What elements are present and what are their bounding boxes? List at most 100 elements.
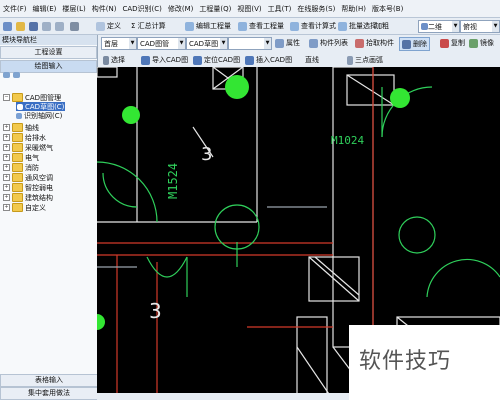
door-arc — [146, 256, 188, 278]
locate-cad-button[interactable]: 定位CAD图 — [193, 54, 240, 66]
redo-icon[interactable] — [55, 20, 64, 32]
menu-version[interactable]: 版本号(B) — [369, 4, 406, 14]
bold-button[interactable]: 加粗 — [375, 20, 389, 32]
wall-block-left — [97, 67, 118, 78]
grid-icon — [16, 112, 22, 119]
plus-icon[interactable]: + — [3, 134, 10, 141]
insert-cad-label: 插入CAD图 — [256, 56, 293, 64]
dimension-label: 3 — [149, 299, 162, 323]
wall-hatch — [346, 74, 395, 106]
view-quantity-button[interactable]: 查看工程量 — [238, 20, 284, 32]
plus-icon[interactable]: + — [3, 204, 10, 211]
calculate-button[interactable]: Σ 汇总计算 — [131, 20, 166, 32]
chevron-down-icon: ▼ — [129, 38, 136, 49]
main-toolbar: 定义 Σ 汇总计算 编辑工程量 查看工程量 查看计算式 批量选择 加粗 二维 ▼ … — [0, 18, 500, 35]
menu-online[interactable]: 在线服务(S) — [294, 4, 338, 14]
component-list-button[interactable]: 构件列表 — [309, 37, 348, 49]
print-icon[interactable] — [70, 20, 79, 32]
tree-node-heating[interactable]: + 采暖燃气 — [3, 143, 53, 152]
module-navigation-panel: 模块导航栏 工程设置 绘图输入 − CAD图管理 CAD草图(C) 识别轴网(C)… — [0, 35, 98, 400]
table-input-button[interactable]: 表格输入 — [0, 374, 98, 387]
tree-node-hvac[interactable]: + 通风空调 — [3, 173, 53, 182]
insert-cad-button[interactable]: 插入CAD图 — [245, 54, 292, 66]
tree-node-grid-recognize[interactable]: 识别轴网(C) — [16, 111, 62, 120]
import-cad-button[interactable]: 导入CAD图 — [141, 54, 188, 66]
locate-cad-label: 定位CAD图 — [204, 56, 241, 64]
plus-icon[interactable]: + — [3, 174, 10, 181]
line-button[interactable]: 直线 — [305, 54, 319, 66]
pick-component-label: 拾取构件 — [366, 39, 394, 47]
open-icon[interactable] — [16, 20, 25, 32]
menu-file[interactable]: 文件(F) — [0, 4, 30, 14]
green-marker[interactable] — [225, 75, 249, 99]
mirror-button[interactable]: 镜像 — [469, 37, 494, 49]
folder-icon — [12, 163, 23, 172]
menu-bar: 文件(F) 编辑(E) 楼层(L) 构件(N) CAD识别(C) 修改(M) 工… — [0, 0, 500, 18]
new-icon[interactable] — [3, 20, 12, 32]
tree-node-electrical[interactable]: + 电气 — [3, 153, 39, 162]
tree-node-weak-current[interactable]: + 智控弱电 — [3, 183, 53, 192]
pencil-icon — [402, 39, 411, 49]
component-select[interactable]: ▼ — [228, 37, 272, 50]
door-arc — [97, 161, 158, 223]
menu-help[interactable]: 帮助(H) — [338, 4, 369, 14]
menu-cad-recognize[interactable]: CAD识别(C) — [119, 4, 164, 14]
tree-node-custom[interactable]: + 自定义 — [3, 203, 46, 212]
view-mode-select[interactable]: 二维 ▼ — [418, 20, 460, 33]
edit-quantity-button[interactable]: 编辑工程量 — [185, 20, 231, 32]
view-formula-button[interactable]: 查看计算式 — [290, 20, 336, 32]
draw-toolbar: 选择 导入CAD图 定位CAD图 插入CAD图 直线 三点画弧 — [97, 52, 500, 68]
plus-icon[interactable]: + — [3, 154, 10, 161]
minus-icon[interactable]: − — [3, 94, 10, 101]
pick-component-button[interactable]: 拾取构件 — [355, 37, 394, 49]
delete-label: 删除 — [413, 40, 427, 48]
component-list-label: 构件列表 — [320, 39, 348, 47]
tree-node-structure[interactable]: + 建筑结构 — [3, 193, 53, 202]
collapse-icon[interactable] — [13, 72, 20, 78]
menu-edit[interactable]: 编辑(E) — [30, 4, 60, 14]
view-quantity-label: 查看工程量 — [249, 22, 284, 30]
wall-hatch — [314, 256, 360, 296]
delete-button[interactable]: 删除 — [399, 37, 430, 51]
menu-floor[interactable]: 楼层(L) — [59, 4, 88, 14]
save-icon[interactable] — [29, 20, 38, 32]
mirror-label: 镜像 — [480, 39, 494, 47]
copy-button[interactable]: 复制 — [440, 37, 465, 49]
menu-modify[interactable]: 修改(M) — [165, 4, 197, 14]
define-button[interactable]: 定义 — [96, 20, 121, 32]
batch-select-button[interactable]: 批量选择 — [338, 20, 377, 32]
tree-node-fire[interactable]: + 消防 — [3, 163, 39, 172]
view-direction-select[interactable]: 俯视 ▼ — [460, 20, 500, 33]
tree-node-water[interactable]: + 给排水 — [3, 133, 46, 142]
select-button[interactable]: 选择 — [103, 54, 125, 66]
plus-icon[interactable]: + — [3, 124, 10, 131]
subcategory-select[interactable]: CAD草图 ▼ — [186, 37, 228, 50]
floor-select[interactable]: 首层 ▼ — [101, 37, 137, 50]
green-marker[interactable] — [122, 106, 140, 124]
plus-icon[interactable]: + — [3, 144, 10, 151]
menu-quantity[interactable]: 工程量(Q) — [196, 4, 234, 14]
tree-toolbar — [3, 72, 93, 80]
menu-tools[interactable]: 工具(T) — [265, 4, 295, 14]
drawing-icon — [17, 103, 23, 110]
menu-component[interactable]: 构件(N) — [89, 4, 120, 14]
watermark-text: 软件技巧 — [359, 349, 452, 374]
plus-icon[interactable]: + — [3, 184, 10, 191]
import-cad-label: 导入CAD图 — [152, 56, 189, 64]
tree-node-axis[interactable]: + 轴线 — [3, 123, 39, 132]
expand-icon[interactable] — [3, 72, 10, 78]
menu-view[interactable]: 视图(V) — [234, 4, 264, 14]
plus-icon[interactable]: + — [3, 194, 10, 201]
green-marker[interactable] — [390, 88, 410, 108]
copy-label: 复制 — [451, 39, 465, 47]
centralized-method-button[interactable]: 集中套用做法 — [0, 387, 98, 400]
green-marker[interactable] — [97, 314, 105, 330]
arc-button[interactable]: 三点画弧 — [347, 54, 383, 66]
undo-icon[interactable] — [42, 20, 51, 32]
project-settings-button[interactable]: 工程设置 — [0, 46, 97, 59]
plus-icon[interactable]: + — [3, 164, 10, 171]
category-select[interactable]: CAD图管 ▼ — [137, 37, 186, 50]
chevron-down-icon: ▼ — [492, 21, 499, 32]
watermark-box: 软件技巧 — [349, 325, 500, 400]
properties-button[interactable]: 属性 — [275, 37, 300, 49]
